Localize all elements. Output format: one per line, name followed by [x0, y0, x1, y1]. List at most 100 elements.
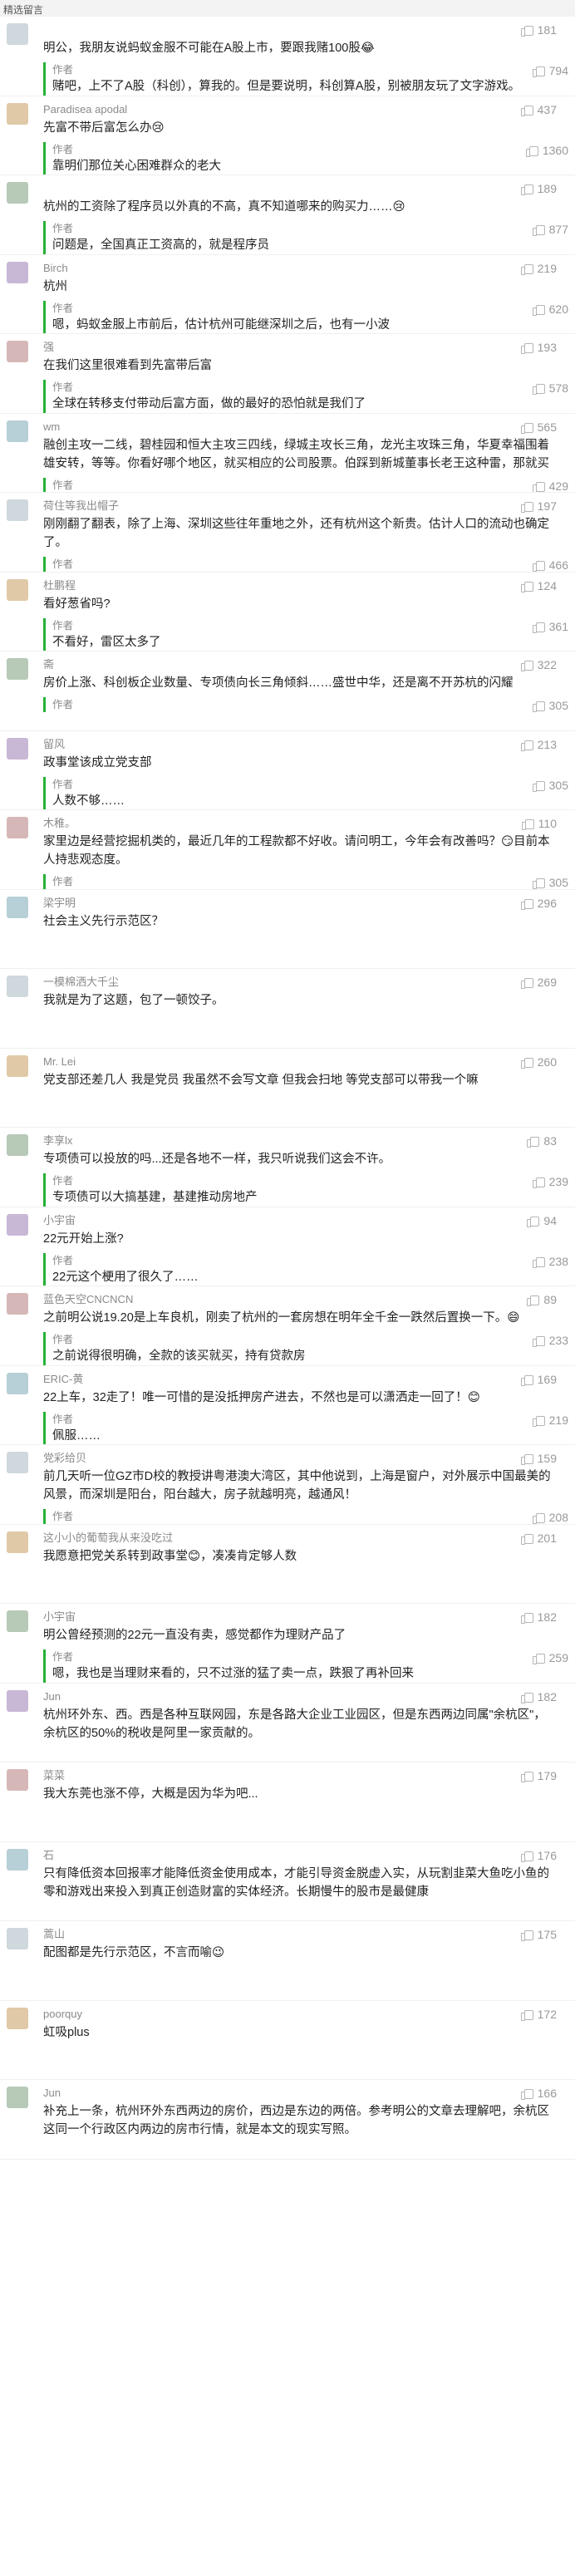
reply-like-count: 259 — [548, 1651, 568, 1664]
commenter-name[interactable] — [43, 22, 557, 38]
commenter-name[interactable]: Jun — [43, 1689, 557, 1705]
commenter-name[interactable]: Birch — [43, 260, 557, 277]
commenter-name[interactable]: 梁宇明 — [43, 895, 557, 912]
like-button[interactable]: 166 — [520, 2087, 557, 2100]
commenter-name[interactable]: 石 — [43, 1847, 557, 1864]
reply-like-button[interactable]: 305 — [532, 779, 568, 792]
reply-like-button[interactable]: 466 — [532, 558, 568, 572]
avatar[interactable] — [7, 1372, 28, 1394]
like-button[interactable]: 175 — [520, 1928, 557, 1941]
like-button[interactable]: 260 — [520, 1055, 557, 1069]
like-button[interactable]: 159 — [520, 1452, 557, 1465]
commenter-name[interactable]: wm — [43, 419, 557, 435]
like-button[interactable]: 169 — [520, 1373, 557, 1386]
avatar[interactable] — [7, 1293, 28, 1315]
avatar[interactable] — [7, 420, 28, 442]
like-button[interactable]: 565 — [520, 420, 557, 434]
commenter-name[interactable] — [43, 180, 557, 197]
like-button[interactable]: 83 — [527, 1134, 557, 1148]
commenter-name[interactable]: 党彩给贝 — [43, 1450, 557, 1467]
avatar[interactable] — [7, 896, 28, 918]
commenter-name[interactable]: Mr. Lei — [43, 1054, 557, 1070]
like-button[interactable]: 296 — [520, 897, 557, 910]
avatar[interactable] — [7, 23, 28, 45]
reply-like-button[interactable]: 259 — [532, 1651, 568, 1664]
like-button[interactable]: 172 — [520, 2008, 557, 2021]
avatar[interactable] — [7, 1213, 28, 1236]
commenter-name[interactable]: 荷住等我出帽子 — [43, 498, 557, 514]
avatar[interactable] — [7, 1134, 28, 1156]
reply-like-button[interactable]: 794 — [532, 64, 568, 77]
like-button[interactable]: 269 — [520, 976, 557, 989]
reply-like-button[interactable]: 305 — [532, 699, 568, 712]
reply-like-button[interactable]: 238 — [532, 1254, 568, 1268]
avatar[interactable] — [7, 499, 28, 521]
like-button[interactable]: 322 — [520, 658, 557, 671]
avatar[interactable] — [7, 261, 28, 283]
avatar[interactable] — [7, 1848, 28, 1871]
commenter-name[interactable]: 小宇宙 — [43, 1212, 557, 1229]
commenter-name[interactable]: 蓝色天空CNCNCN — [43, 1291, 557, 1308]
like-button[interactable]: 94 — [527, 1214, 557, 1227]
reply-like-button[interactable]: 877 — [532, 223, 568, 236]
avatar[interactable] — [7, 976, 28, 997]
avatar[interactable] — [7, 737, 28, 760]
avatar[interactable] — [7, 341, 28, 362]
commenter-name[interactable]: 一模棉洒大千尘 — [43, 974, 557, 991]
reply-like-button[interactable]: 239 — [532, 1175, 568, 1188]
commenter-name[interactable]: Jun — [43, 2085, 557, 2102]
avatar[interactable] — [7, 1928, 28, 1949]
commenter-name[interactable]: 木稚。 — [43, 815, 557, 832]
like-button[interactable]: 193 — [520, 341, 557, 354]
like-button[interactable]: 182 — [520, 1610, 557, 1624]
like-button[interactable]: 176 — [520, 1849, 557, 1862]
avatar[interactable] — [7, 1452, 28, 1473]
commenter-name[interactable]: 斋 — [43, 656, 557, 673]
avatar[interactable] — [7, 182, 28, 204]
like-button[interactable]: 213 — [520, 738, 557, 751]
avatar[interactable] — [7, 2007, 28, 2029]
like-button[interactable]: 197 — [520, 499, 557, 513]
reply-like-button[interactable]: 305 — [532, 876, 568, 889]
reply-like-button[interactable]: 219 — [532, 1413, 568, 1427]
avatar[interactable] — [7, 817, 28, 838]
reply-like-count: 238 — [548, 1254, 568, 1268]
reply-like-button[interactable]: 208 — [532, 1511, 568, 1524]
reply-like-button[interactable]: 361 — [532, 620, 568, 633]
avatar[interactable] — [7, 1531, 28, 1553]
commenter-name[interactable]: 李享lx — [43, 1133, 557, 1149]
commenter-name[interactable]: 留风 — [43, 736, 557, 753]
like-button[interactable]: 89 — [527, 1293, 557, 1306]
avatar[interactable] — [7, 1689, 28, 1712]
commenter-name[interactable]: Paradisea apodal — [43, 101, 557, 118]
reply-like-button[interactable]: 429 — [532, 479, 568, 493]
like-button[interactable]: 189 — [520, 182, 557, 195]
reply-like-button[interactable]: 620 — [532, 302, 568, 316]
like-button[interactable]: 181 — [520, 23, 557, 37]
like-button[interactable]: 110 — [521, 817, 557, 830]
commenter-name[interactable]: 这小小的葡萄我从来没吃过 — [43, 1530, 557, 1546]
commenter-name[interactable]: 菜菜 — [43, 1767, 557, 1784]
avatar[interactable] — [7, 578, 28, 601]
avatar[interactable] — [7, 1610, 28, 1632]
avatar[interactable] — [7, 1054, 28, 1077]
like-button[interactable]: 201 — [520, 1531, 557, 1545]
commenter-name[interactable]: poorquy — [43, 2006, 557, 2023]
reply-like-button[interactable]: 233 — [532, 1334, 568, 1347]
commenter-name[interactable]: 小宇宙 — [43, 1609, 557, 1625]
commenter-name[interactable]: ERIC-黄 — [43, 1371, 557, 1388]
like-button[interactable]: 219 — [520, 262, 557, 275]
commenter-name[interactable]: 杜鹏程 — [43, 578, 557, 594]
like-button[interactable]: 437 — [520, 103, 557, 116]
like-button[interactable]: 124 — [520, 579, 557, 592]
like-button[interactable]: 179 — [520, 1769, 557, 1782]
avatar[interactable] — [7, 1769, 28, 1791]
reply-like-button[interactable]: 578 — [532, 381, 568, 395]
avatar[interactable] — [7, 102, 28, 125]
avatar[interactable] — [7, 658, 28, 680]
commenter-name[interactable]: 强 — [43, 339, 557, 356]
commenter-name[interactable]: 蒿山 — [43, 1926, 557, 1943]
reply-like-button[interactable]: 1360 — [525, 144, 568, 157]
like-button[interactable]: 182 — [520, 1690, 557, 1703]
avatar[interactable] — [7, 2087, 28, 2108]
